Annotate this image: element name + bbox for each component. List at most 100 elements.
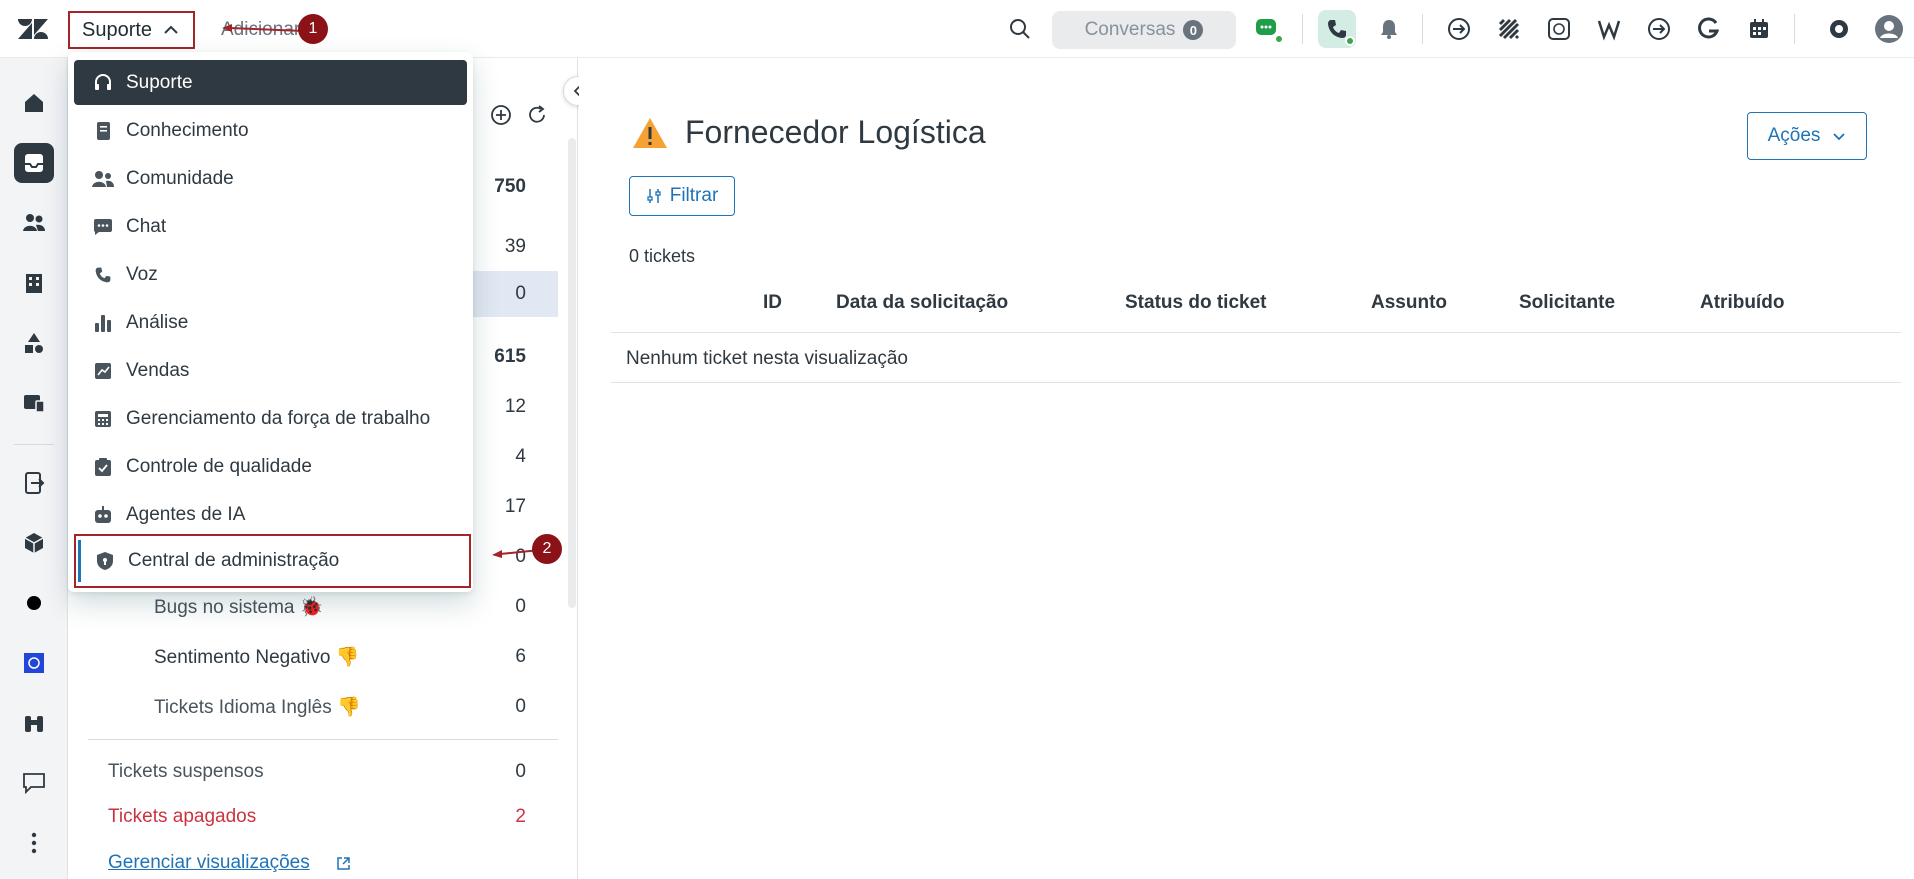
actions-button[interactable]: Ações xyxy=(1747,112,1867,160)
organizations-icon[interactable] xyxy=(19,268,49,298)
column-header-subject[interactable]: Assunto xyxy=(1371,292,1447,314)
knowledge-device-icon[interactable] xyxy=(19,388,49,418)
view-row-english-tickets[interactable]: Tickets Idioma Inglês 👎 0 xyxy=(88,684,558,730)
warning-icon xyxy=(633,117,667,148)
menu-item-knowledge[interactable]: Conhecimento xyxy=(74,108,467,153)
refresh-icon[interactable] xyxy=(526,104,548,126)
chevron-down-icon xyxy=(1833,133,1846,141)
column-header-assignee[interactable]: Atribuído xyxy=(1700,292,1784,314)
shapes-icon[interactable] xyxy=(19,328,49,358)
menu-item-label: Suporte xyxy=(126,71,193,93)
search-icon[interactable] xyxy=(1008,17,1032,41)
view-row-suspended[interactable]: Tickets suspensos 0 xyxy=(88,749,558,795)
home-icon[interactable] xyxy=(19,88,49,118)
chat-icon xyxy=(92,216,114,238)
view-label: Sentimento Negativo 👎 xyxy=(154,647,360,668)
cube-app-icon[interactable] xyxy=(19,528,49,558)
menu-item-workforce[interactable]: Gerenciamento da força de trabalho xyxy=(74,396,467,441)
chevron-up-icon xyxy=(164,25,178,34)
calculator-icon xyxy=(92,408,114,430)
menu-item-label: Voz xyxy=(126,263,158,285)
views-inbox-icon[interactable] xyxy=(14,143,54,183)
view-label: Tickets suspensos xyxy=(108,761,264,782)
filter-label: Filtrar xyxy=(669,185,719,206)
product-switcher-menu: Suporte Conhecimento Comunidade Chat Voz… xyxy=(68,52,473,592)
messaging-status-icon[interactable] xyxy=(1252,14,1284,44)
product-switcher-button[interactable]: Suporte xyxy=(68,11,195,49)
trend-icon xyxy=(92,360,114,382)
empty-table-message: Nenhum ticket nesta visualização xyxy=(626,348,908,369)
binoculars-icon[interactable] xyxy=(19,708,49,738)
customers-icon[interactable] xyxy=(19,208,49,238)
robot-icon xyxy=(92,504,114,526)
external-link-icon xyxy=(337,857,350,870)
view-count: 39 xyxy=(504,236,526,257)
view-count: 12 xyxy=(504,396,526,417)
zendesk-logo-icon[interactable] xyxy=(18,17,48,41)
app-arrow-right-icon[interactable] xyxy=(1444,14,1474,44)
more-vertical-icon[interactable] xyxy=(19,828,49,858)
view-label: Tickets Idioma Inglês 👎 xyxy=(154,697,361,718)
view-count: 0 xyxy=(515,696,526,717)
circle-app-icon[interactable] xyxy=(19,588,49,618)
whatsapp-app-icon[interactable] xyxy=(1544,14,1574,44)
menu-item-analytics[interactable]: Análise xyxy=(74,300,467,345)
app-pattern-icon[interactable] xyxy=(1494,14,1524,44)
column-header-requester[interactable]: Solicitante xyxy=(1519,292,1615,314)
app-arrow-right-icon[interactable] xyxy=(1644,14,1674,44)
menu-item-quality[interactable]: Controle de qualidade xyxy=(74,444,467,489)
phone-icon xyxy=(92,264,114,286)
view-count: 6 xyxy=(515,646,526,667)
manage-views-link[interactable]: Gerenciar visualizações xyxy=(88,840,558,879)
speech-bubble-icon[interactable] xyxy=(19,768,49,798)
annotation-badge-1: 1 xyxy=(298,14,328,44)
headset-icon xyxy=(92,72,114,94)
menu-item-ai-agents[interactable]: Agentes de IA xyxy=(74,492,467,537)
product-switcher-label: Suporte xyxy=(82,18,153,41)
column-header-id[interactable]: ID xyxy=(763,292,782,314)
menu-item-label: Conhecimento xyxy=(126,119,249,141)
view-count: 0 xyxy=(515,283,526,304)
column-header-status[interactable]: Status do ticket xyxy=(1125,292,1266,314)
view-count: 750 xyxy=(494,176,526,197)
views-scrollbar[interactable] xyxy=(568,138,576,608)
left-nav xyxy=(0,58,68,879)
menu-item-label: Comunidade xyxy=(126,167,234,189)
conversations-button[interactable]: Conversas 0 xyxy=(1052,11,1236,49)
actions-label: Ações xyxy=(1767,125,1821,146)
add-view-icon[interactable] xyxy=(490,104,512,126)
blue-app-icon[interactable] xyxy=(19,648,49,678)
w-app-icon[interactable] xyxy=(1594,14,1624,44)
menu-item-label: Chat xyxy=(126,215,167,237)
menu-item-label: Agentes de IA xyxy=(126,503,246,525)
menu-item-community[interactable]: Comunidade xyxy=(74,156,467,201)
view-count: 0 xyxy=(515,761,526,782)
help-lifebuoy-icon[interactable] xyxy=(1824,14,1854,44)
filter-button[interactable]: Filtrar xyxy=(629,176,735,216)
menu-item-support[interactable]: Suporte xyxy=(74,60,467,105)
g-app-icon[interactable] xyxy=(1694,14,1724,44)
menu-item-label: Gerenciamento da força de trabalho xyxy=(126,407,431,429)
menu-item-admin-center[interactable]: Central de administração xyxy=(74,534,471,588)
sliders-icon xyxy=(647,189,661,203)
column-header-request-date[interactable]: Data da solicitação xyxy=(836,292,1008,314)
view-count: 17 xyxy=(504,496,526,517)
menu-item-label: Controle de qualidade xyxy=(126,455,312,477)
conversations-count-badge: 0 xyxy=(1183,20,1204,40)
view-row-negative-sentiment[interactable]: Sentimento Negativo 👎 6 xyxy=(88,634,558,680)
voice-status-icon[interactable] xyxy=(1318,10,1356,48)
app-exit-icon[interactable] xyxy=(19,468,49,498)
view-count: 2 xyxy=(515,806,526,827)
menu-item-chat[interactable]: Chat xyxy=(74,204,467,249)
clipboard-check-icon xyxy=(92,456,114,478)
calendar-icon[interactable] xyxy=(1744,14,1774,44)
view-row-deleted[interactable]: Tickets apagados 2 xyxy=(88,794,558,840)
main-content: Fornecedor Logística Ações Filtrar 0 tic… xyxy=(579,58,1914,879)
user-avatar-icon[interactable] xyxy=(1874,14,1904,44)
bell-icon[interactable] xyxy=(1374,14,1404,44)
menu-item-label: Central de administração xyxy=(128,550,340,571)
menu-item-voice[interactable]: Voz xyxy=(74,252,467,297)
menu-item-sales[interactable]: Vendas xyxy=(74,348,467,393)
page-title-text: Fornecedor Logística xyxy=(685,114,986,150)
page-title: Fornecedor Logística xyxy=(631,114,986,151)
